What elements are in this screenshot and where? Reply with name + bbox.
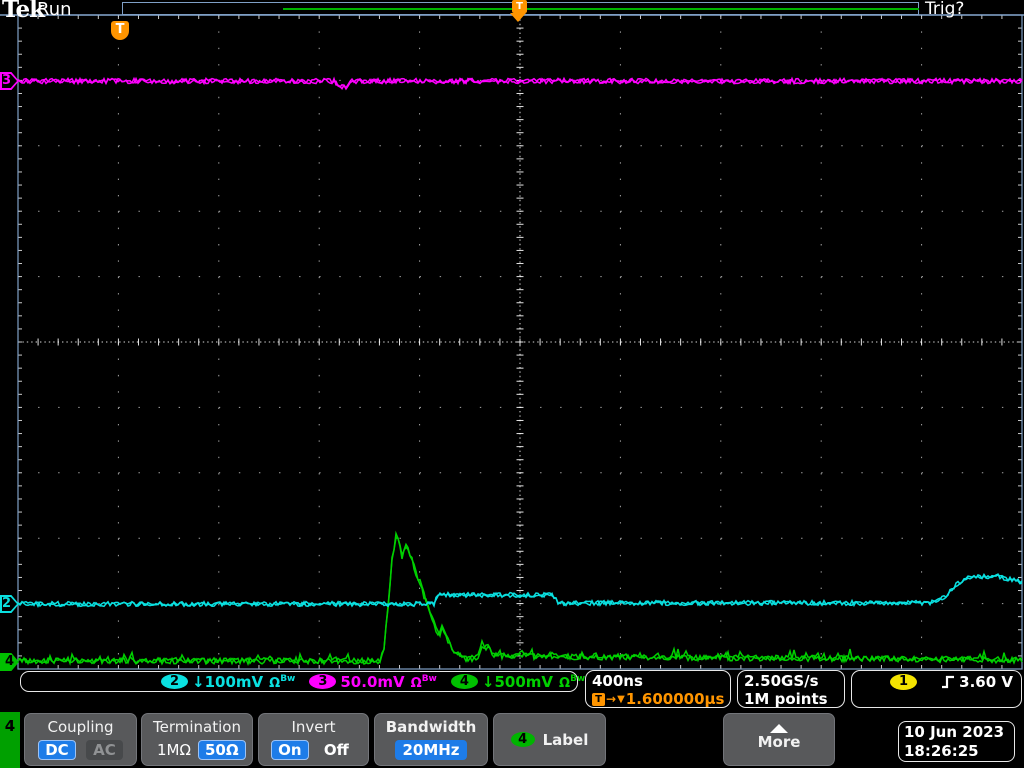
- up-triangle-icon: [770, 724, 788, 733]
- invert-title: Invert: [259, 718, 368, 736]
- oscilloscope-screen: Tek Run T Trig? T 3 2 4 2 ↓100mV ΩBw 3 5…: [0, 0, 1024, 768]
- channel-4-termination-icon: ΩBw: [557, 672, 585, 691]
- label-title: Label: [543, 731, 589, 749]
- sample-rate: 2.50GS/s: [744, 672, 844, 690]
- acquisition-readout-box: 2.50GS/s 1M points: [737, 670, 845, 708]
- datetime-display: 10 Jun 2023 18:26:25: [898, 721, 1015, 762]
- trigger-point-indicator[interactable]: T: [111, 21, 129, 40]
- channel-4-badge: 4: [451, 674, 478, 689]
- coupling-dc-option[interactable]: DC: [38, 740, 75, 760]
- bandwidth-value[interactable]: 20MHz: [395, 740, 466, 760]
- active-channel-tab[interactable]: 4: [0, 712, 20, 768]
- acquisition-status: Run: [37, 0, 72, 20]
- termination-50ohm-option[interactable]: 50Ω: [198, 740, 246, 760]
- termination-1mohm-option[interactable]: 1MΩ: [150, 740, 198, 760]
- marker-number: 4: [3, 654, 16, 669]
- timebase-readout-box: 400ns T → ▼ 1.600000µs: [585, 670, 731, 708]
- channel-2-scale: ↓100mV: [192, 673, 263, 691]
- channel-3-badge: 3: [309, 674, 336, 689]
- more-title: More: [724, 733, 834, 751]
- trigger-down-arrow-icon: [510, 13, 526, 22]
- delay-value: 1.600000µs: [626, 690, 725, 708]
- trigger-flag-icon: T: [512, 0, 527, 13]
- horizontal-delay-readout: T → ▼ 1.600000µs: [592, 690, 730, 708]
- coupling-button[interactable]: Coupling DC AC: [24, 713, 137, 766]
- channel-3-scale: 50.0mV: [340, 673, 404, 691]
- date-text: 10 Jun 2023: [904, 723, 1014, 742]
- channel-3-marker[interactable]: 3: [0, 72, 19, 90]
- invert-button[interactable]: Invert On Off: [258, 713, 369, 766]
- channel-2-badge: 2: [161, 674, 188, 689]
- channel-3-termination-icon: ΩBw: [409, 672, 437, 691]
- invert-off-option[interactable]: Off: [317, 740, 356, 760]
- channel-4-readout: 4 ↓500mV ΩBw: [451, 672, 585, 691]
- rising-edge-icon: [941, 674, 956, 690]
- label-button[interactable]: 4 Label: [493, 713, 606, 766]
- channel-4-scale: ↓500mV: [482, 673, 553, 691]
- timebase-scale: 400ns: [592, 672, 730, 690]
- expansion-point-icon: ▼: [617, 694, 625, 705]
- record-waveform-line: [283, 8, 919, 10]
- record-length: 1M points: [744, 690, 844, 708]
- termination-button[interactable]: Termination 1MΩ 50Ω: [141, 713, 253, 766]
- termination-title: Termination: [142, 718, 252, 736]
- more-button[interactable]: More: [723, 713, 835, 766]
- time-text: 18:26:25: [904, 742, 1014, 761]
- channel-readout-box: 2 ↓100mV ΩBw 3 50.0mV ΩBw 4 ↓500mV ΩBw: [20, 671, 578, 692]
- marker-number: 2: [0, 596, 13, 611]
- bandwidth-title: Bandwidth: [375, 718, 487, 736]
- record-trigger-position-marker[interactable]: T: [516, 2, 532, 24]
- trigger-readout-box: 1 3.60 V: [851, 670, 1022, 708]
- invert-on-option[interactable]: On: [271, 740, 308, 760]
- channel-2-marker[interactable]: 2: [0, 595, 19, 613]
- channel-2-readout: 2 ↓100mV ΩBw: [161, 672, 295, 691]
- waveform-display: [0, 0, 1024, 712]
- trigger-source-badge: 1: [890, 674, 917, 690]
- channel-3-readout: 3 50.0mV ΩBw: [309, 672, 437, 691]
- arrow-right-icon: →: [606, 692, 616, 706]
- channel-4-marker[interactable]: 4: [0, 653, 19, 671]
- label-channel-badge: 4: [511, 732, 535, 747]
- trigger-flag-icon: T: [592, 693, 605, 706]
- marker-number: 3: [0, 73, 13, 88]
- trigger-status: Trig?: [925, 0, 964, 19]
- coupling-ac-option[interactable]: AC: [86, 740, 123, 760]
- channel-2-termination-icon: ΩBw: [267, 672, 295, 691]
- coupling-title: Coupling: [25, 718, 136, 736]
- menu-bar: 4 Coupling DC AC Termination 1MΩ 50Ω Inv…: [0, 711, 1024, 768]
- bandwidth-button[interactable]: Bandwidth 20MHz: [374, 713, 488, 766]
- trigger-level: 3.60 V: [959, 673, 1013, 691]
